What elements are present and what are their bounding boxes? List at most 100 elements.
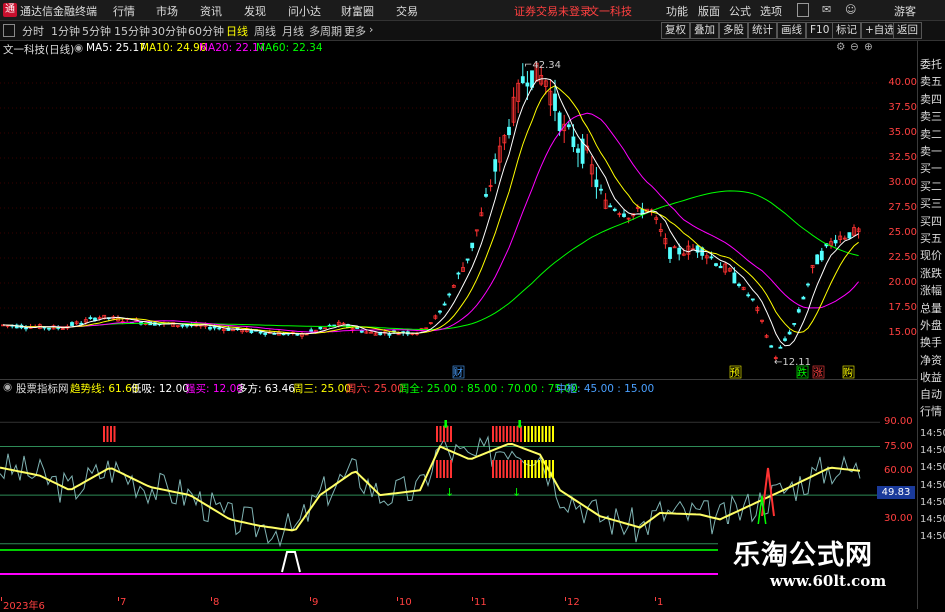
period-more[interactable]: 更多 — [344, 23, 366, 39]
period-tab[interactable]: 周线 — [254, 23, 276, 39]
f10-button[interactable]: F10 — [806, 22, 834, 39]
menu-function[interactable]: 功能 — [666, 3, 688, 19]
zoom-in-icon[interactable]: ⊕ — [864, 41, 873, 53]
quote-panel-item[interactable]: 现价 — [920, 250, 942, 262]
quote-panel-item[interactable]: 行情 — [920, 406, 942, 418]
candle-body — [576, 148, 580, 153]
indicator-settings-icon[interactable]: ◉ — [3, 381, 12, 393]
menu-trade[interactable]: 交易 — [396, 3, 418, 19]
quote-panel-item[interactable]: 买四 — [920, 215, 942, 228]
candle-body — [783, 338, 787, 341]
menu-layout[interactable]: 版面 — [698, 3, 720, 19]
signal-bar — [502, 426, 505, 442]
candle-body — [847, 232, 852, 239]
overlay-button[interactable]: 叠加 — [690, 22, 719, 39]
quote-panel[interactable]: 委托卖五卖四卖三卖二卖一买一买二买三买四买五现价涨跌涨幅总量外盘换手净资收益自动… — [917, 41, 945, 609]
price-axis: 40.00 37.50 35.00 32.50 30.00 27.50 25.00 22.50… — [880, 41, 917, 379]
quote-panel-item[interactable]: 自动 — [920, 389, 942, 401]
period-toolbar: 分时 1分钟 5分钟 15分钟 30分钟 60分钟 日线 周线 月线 多周期 更… — [0, 21, 945, 41]
settings-icon[interactable]: ◉ — [74, 42, 83, 54]
period-tab[interactable]: 多周期 — [309, 23, 342, 39]
candle-body — [792, 323, 797, 325]
candle-body — [599, 188, 603, 191]
indicator-name: 股票指标网 — [16, 383, 69, 395]
quote-panel-item[interactable]: 收益 — [920, 372, 942, 384]
message-icon[interactable]: ✉ — [822, 3, 831, 16]
candle-body — [746, 294, 751, 297]
quote-panel-item[interactable]: 净资 — [920, 354, 942, 367]
back-button[interactable]: 返回 — [893, 22, 922, 39]
quote-panel-item[interactable]: 14:50 — [920, 445, 945, 457]
period-tab[interactable]: 60分钟 — [188, 23, 224, 39]
quote-panel-item[interactable]: 总量 — [920, 302, 942, 315]
quote-panel-item[interactable]: 卖五 — [920, 76, 942, 88]
quote-panel-item[interactable]: 14:50 — [920, 462, 945, 474]
mark-button[interactable]: 标记 — [832, 22, 861, 39]
quote-panel-item[interactable]: 14:50 — [920, 480, 945, 492]
menu-options[interactable]: 选项 — [760, 3, 782, 19]
menu-news[interactable]: 资讯 — [200, 3, 222, 19]
signal-bar — [513, 460, 515, 478]
menu-formula[interactable]: 公式 — [729, 3, 751, 19]
chevron-right-icon[interactable]: › — [369, 23, 373, 36]
quote-panel-item[interactable]: 涨幅 — [920, 285, 942, 297]
quote-panel-item[interactable]: 14:50 — [920, 531, 945, 543]
week-all-label: 周全: 25.00 : 85.00 : 70.00 : 75.00 — [399, 383, 578, 395]
price-tick: 35.00 — [888, 127, 917, 138]
guest-label[interactable]: 游客 — [894, 3, 916, 19]
quote-panel-item[interactable]: 换手 — [920, 337, 942, 349]
signal-bar — [495, 426, 498, 442]
period-tab[interactable]: 分时 — [22, 23, 44, 39]
period-tab[interactable]: 1分钟 — [51, 23, 80, 39]
chart-settings-icon[interactable]: ⚙ — [836, 41, 845, 53]
period-tab[interactable]: 15分钟 — [114, 23, 150, 39]
signal-bar — [436, 426, 438, 442]
signal-bar — [524, 426, 526, 442]
up-arrow-icon: ⬇ — [441, 418, 450, 431]
user-icon[interactable]: ☺ — [845, 3, 856, 16]
candle-body — [318, 326, 323, 330]
menu-wealth[interactable]: 财富圈 — [341, 3, 374, 19]
date-tick-mark — [472, 597, 473, 601]
quote-panel-item[interactable]: 14:50 — [920, 428, 945, 440]
candle-body — [553, 93, 557, 111]
rights-button[interactable]: 复权 — [661, 22, 690, 39]
signal-bar — [534, 460, 537, 478]
quote-panel-item[interactable]: 卖一 — [920, 146, 942, 158]
pivot-label: 中枢: 45.00 : 15.00 — [556, 383, 655, 395]
menu-market[interactable]: 市场 — [156, 3, 178, 19]
candlestick-chart[interactable]: ⌐42.34←12.11财预跌涨购 — [0, 41, 917, 379]
quote-panel-item[interactable]: 买一 — [920, 163, 942, 175]
quote-panel-item[interactable]: 买三 — [920, 198, 942, 210]
period-tab[interactable]: 月线 — [282, 23, 304, 39]
period-tab-active[interactable]: 日线 — [226, 23, 248, 39]
quote-panel-item[interactable]: 14:50 — [920, 514, 945, 526]
login-notice[interactable]: 证券交易未登录 — [514, 3, 591, 19]
menu-ask[interactable]: 问小达 — [288, 3, 321, 19]
quote-panel-item[interactable]: 卖三 — [920, 111, 942, 123]
menu-quotes[interactable]: 行情 — [113, 3, 135, 19]
price-tick: 17.50 — [888, 302, 917, 313]
quote-panel-item[interactable]: 卖四 — [920, 93, 942, 106]
period-tab[interactable]: 5分钟 — [82, 23, 111, 39]
price-tick: 40.00 — [888, 77, 917, 88]
quote-panel-item[interactable]: 买五 — [920, 233, 942, 245]
candle-body — [815, 254, 820, 265]
quote-panel-item[interactable]: 外盘 — [920, 320, 942, 332]
multi-stock-button[interactable]: 多股 — [719, 22, 748, 39]
quote-panel-item[interactable]: 涨跌 — [920, 267, 942, 280]
period-tab[interactable]: 30分钟 — [151, 23, 187, 39]
panel-toggle-icon[interactable] — [3, 24, 15, 37]
draw-button[interactable]: 画线 — [777, 22, 806, 39]
quote-panel-item[interactable]: 14:50 — [920, 497, 945, 509]
stats-button[interactable]: 统计 — [748, 22, 777, 39]
quote-panel-item[interactable]: 买二 — [920, 180, 942, 193]
zoom-out-icon[interactable]: ⊖ — [850, 41, 859, 53]
quote-panel-item[interactable]: 卖二 — [920, 128, 942, 141]
quote-panel-item[interactable]: 委托 — [920, 59, 942, 71]
window-icon[interactable] — [797, 3, 809, 17]
candle-body — [493, 159, 498, 172]
date-tick: 9 — [312, 597, 319, 608]
chart-title: 文一科技(日线) — [3, 44, 75, 56]
menu-discover[interactable]: 发现 — [244, 3, 266, 19]
